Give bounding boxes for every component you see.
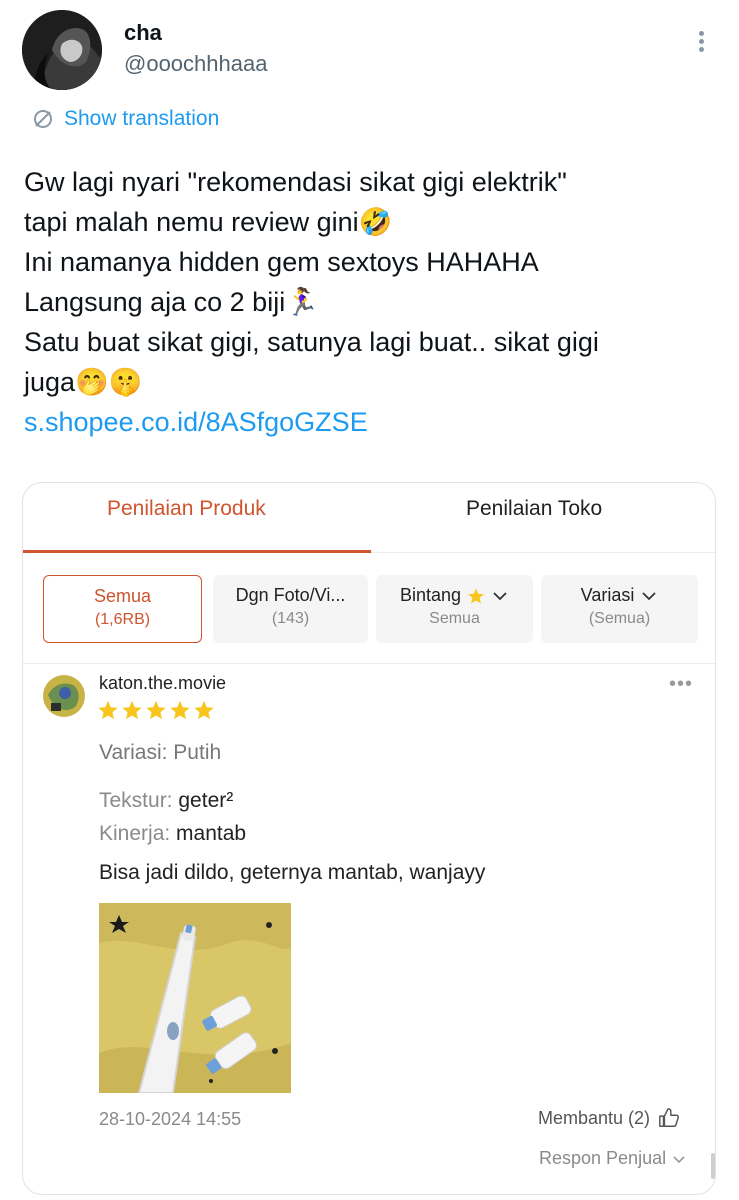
texture-label: Tekstur: bbox=[99, 789, 173, 812]
star-icon bbox=[122, 700, 142, 720]
filter-with-media-label: Dgn Foto/Vi... bbox=[235, 585, 346, 605]
tab-product-reviews[interactable]: Penilaian Produk bbox=[107, 497, 266, 521]
tweet-line: Gw lagi nyari "rekomendasi sikat gigi el… bbox=[24, 167, 567, 197]
performance-label: Kinerja: bbox=[99, 822, 171, 845]
filter-variation-value: (Semua) bbox=[588, 610, 651, 627]
filter-stars-value: Semua bbox=[429, 610, 480, 627]
reviewer-username[interactable]: katon.the.movie bbox=[99, 673, 226, 694]
review-performance: Kinerja: mantab bbox=[99, 822, 246, 846]
tweet-line: Ini namanya hidden gem sextoys HAHAHA bbox=[24, 247, 539, 277]
thumbs-up-icon bbox=[659, 1108, 680, 1127]
tweet-line: juga🤭🤫 bbox=[24, 367, 143, 397]
chevron-down-icon bbox=[493, 591, 507, 600]
tweet-line: Langsung aja co 2 biji🏃‍♀️ bbox=[24, 287, 319, 317]
show-translation-button[interactable]: Show translation bbox=[32, 107, 219, 131]
review-photo[interactable] bbox=[99, 903, 291, 1093]
filter-with-media-count: (143) bbox=[271, 610, 310, 627]
author-avatar[interactable] bbox=[22, 10, 102, 90]
divider bbox=[23, 663, 715, 664]
star-icon bbox=[170, 700, 190, 720]
author-display-name[interactable]: cha bbox=[124, 20, 162, 46]
tweet-line: tapi malah nemu review gini🤣 bbox=[24, 207, 393, 237]
filter-with-media[interactable]: Dgn Foto/Vi... (143) bbox=[213, 575, 368, 643]
filter-all-label: Semua bbox=[93, 586, 152, 606]
star-icon bbox=[468, 588, 484, 603]
tweet-line: Satu buat sikat gigi, satunya lagi buat.… bbox=[24, 327, 599, 357]
star-icon bbox=[98, 700, 118, 720]
texture-value: geter² bbox=[178, 789, 234, 812]
performance-value: mantab bbox=[176, 822, 247, 845]
author-handle[interactable]: @ooochhhaaa bbox=[124, 51, 267, 77]
review-tabs: Penilaian Produk Penilaian Toko bbox=[23, 483, 715, 553]
star-icon bbox=[146, 700, 166, 720]
review-date: 28-10-2024 14:55 bbox=[99, 1109, 242, 1129]
scrollbar[interactable] bbox=[711, 1153, 715, 1179]
tab-shop-reviews[interactable]: Penilaian Toko bbox=[466, 497, 602, 521]
more-horizontal-icon[interactable]: ••• bbox=[669, 673, 693, 696]
helpful-label: Membantu (2) bbox=[538, 1107, 651, 1128]
review-comment: Bisa jadi dildo, geternya mantab, wanjay… bbox=[99, 861, 486, 884]
filter-all[interactable]: Semua (1,6RB) bbox=[43, 575, 202, 643]
filter-variation[interactable]: Variasi (Semua) bbox=[541, 575, 698, 643]
reviewer-avatar[interactable] bbox=[43, 675, 85, 717]
star-icon bbox=[194, 700, 214, 720]
filter-variation-label: Variasi bbox=[580, 585, 635, 605]
review-variation: Variasi: Putih bbox=[99, 741, 222, 764]
translate-icon bbox=[34, 110, 52, 128]
tweet-text: Gw lagi nyari "rekomendasi sikat gigi el… bbox=[24, 162, 724, 442]
filter-all-count: (1,6RB) bbox=[94, 611, 151, 628]
chevron-down-icon bbox=[673, 1155, 685, 1163]
filter-stars-label: Bintang bbox=[399, 585, 462, 605]
more-vertical-icon[interactable] bbox=[690, 28, 712, 58]
review-stars bbox=[97, 699, 215, 721]
seller-response-label: Respon Penjual bbox=[539, 1148, 667, 1168]
review-screenshot-card[interactable]: Penilaian Produk Penilaian Toko Semua (1… bbox=[22, 482, 716, 1195]
filter-stars[interactable]: Bintang Semua bbox=[376, 575, 533, 643]
show-translation-label: Show translation bbox=[64, 107, 220, 130]
chevron-down-icon bbox=[642, 591, 656, 600]
review-texture: Tekstur: geter² bbox=[99, 789, 233, 813]
helpful-button[interactable]: Membantu (2) bbox=[538, 1107, 680, 1129]
active-tab-indicator bbox=[23, 550, 371, 553]
seller-response-toggle[interactable]: Respon Penjual bbox=[539, 1148, 686, 1169]
tweet-link[interactable]: s.shopee.co.id/8ASfgoGZSE bbox=[24, 402, 724, 442]
